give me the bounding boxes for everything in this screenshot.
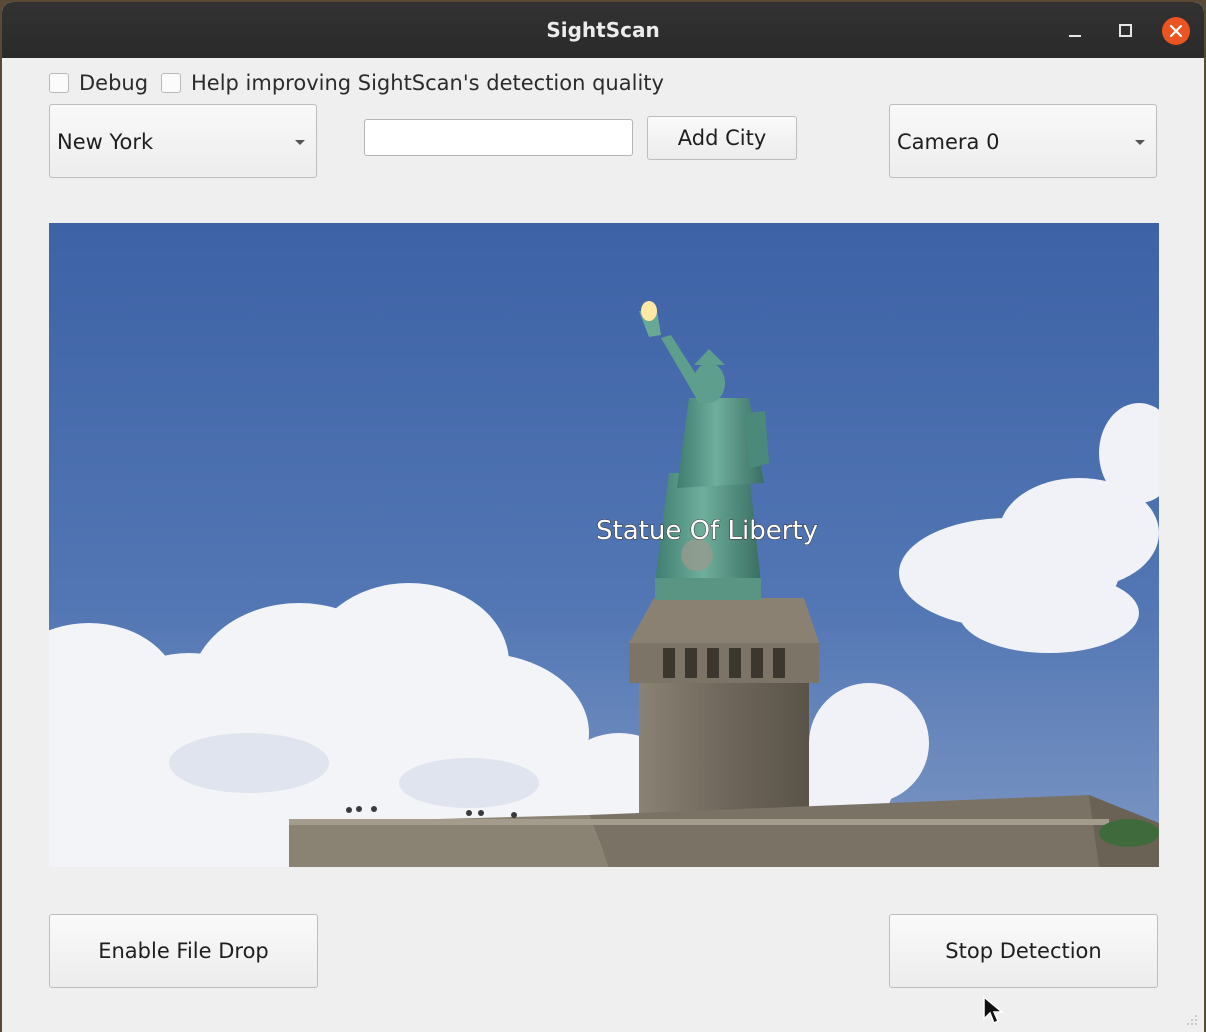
debug-checkbox[interactable]: Debug (49, 70, 148, 96)
window-title: SightScan (546, 18, 660, 42)
debug-checkbox-box[interactable] (49, 73, 69, 93)
add-city-button[interactable]: Add City (647, 116, 797, 160)
app-window: SightScan Debug Help improving SightScan… (2, 2, 1204, 1032)
camera-dropdown[interactable]: Camera 0 (889, 104, 1157, 178)
city-dropdown[interactable]: New York (49, 104, 317, 178)
city-dropdown-value: New York (57, 130, 154, 154)
title-bar: SightScan (2, 2, 1204, 58)
help-improve-checkbox-label: Help improving SightScan's detection qua… (191, 71, 664, 95)
detection-label: Statue Of Liberty (596, 516, 818, 546)
debug-checkbox-label: Debug (79, 71, 149, 95)
chevron-down-icon (295, 140, 305, 145)
close-button[interactable] (1162, 17, 1190, 45)
camera-video-feed: Statue Of Liberty (49, 223, 1159, 867)
help-improve-checkbox-box[interactable] (161, 73, 181, 93)
close-icon (1169, 24, 1183, 38)
chevron-down-icon (1135, 140, 1145, 145)
maximize-button[interactable] (1111, 16, 1139, 44)
video-frame-image: Statue Of Liberty (49, 223, 1159, 867)
stop-detection-button[interactable]: Stop Detection (889, 914, 1158, 988)
camera-dropdown-value: Camera 0 (897, 130, 1000, 154)
city-name-input[interactable] (364, 119, 633, 156)
mouse-cursor-icon (983, 995, 1004, 1025)
enable-file-drop-button[interactable]: Enable File Drop (49, 914, 318, 988)
minimize-button[interactable] (1061, 16, 1089, 44)
resize-grip-icon[interactable] (1186, 1014, 1198, 1026)
help-improve-checkbox[interactable]: Help improving SightScan's detection qua… (161, 70, 664, 96)
